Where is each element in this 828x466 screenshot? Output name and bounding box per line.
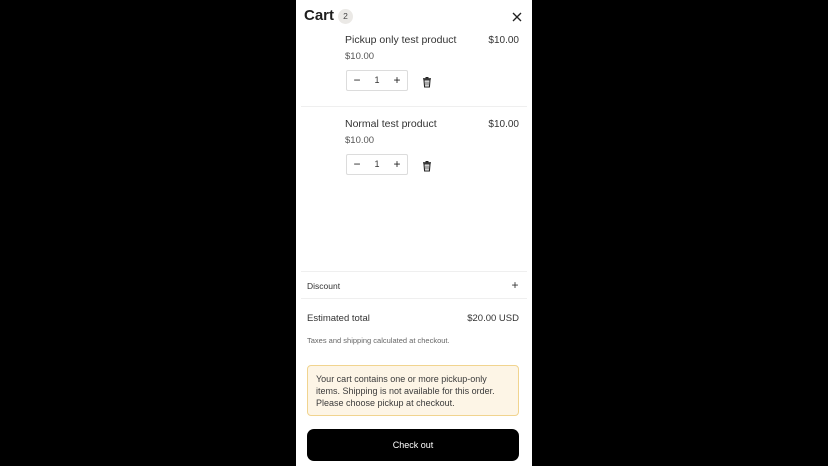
discount-bottom-divider <box>301 298 527 299</box>
tax-note: Taxes and shipping calculated at checkou… <box>307 336 450 345</box>
quantity-value[interactable]: 1 <box>367 155 387 174</box>
item-line-price: $10.00 <box>488 119 519 130</box>
decrease-quantity-button[interactable]: − <box>347 155 367 174</box>
pickup-notice: Your cart contains one or more pickup-on… <box>307 365 519 416</box>
estimated-total-label: Estimated total <box>307 313 370 324</box>
cart-drawer: Cart 2 Pickup only test product $10.00 $… <box>296 0 532 466</box>
discount-label[interactable]: Discount <box>307 281 340 291</box>
remove-item-button[interactable] <box>421 159 433 172</box>
estimated-total-value: $20.00 USD <box>467 313 519 324</box>
increase-quantity-button[interactable]: + <box>387 155 407 174</box>
checkout-button[interactable]: Check out <box>307 429 519 461</box>
cart-item: Normal test product $10.00 $10.00 − 1 + <box>296 0 532 190</box>
item-unit-price: $10.00 <box>345 135 375 146</box>
discount-expand-button[interactable]: + <box>508 278 522 292</box>
discount-top-divider <box>301 271 527 272</box>
trash-icon <box>423 161 431 172</box>
quantity-stepper: − 1 + <box>346 154 408 175</box>
item-name[interactable]: Normal test product <box>345 118 437 130</box>
